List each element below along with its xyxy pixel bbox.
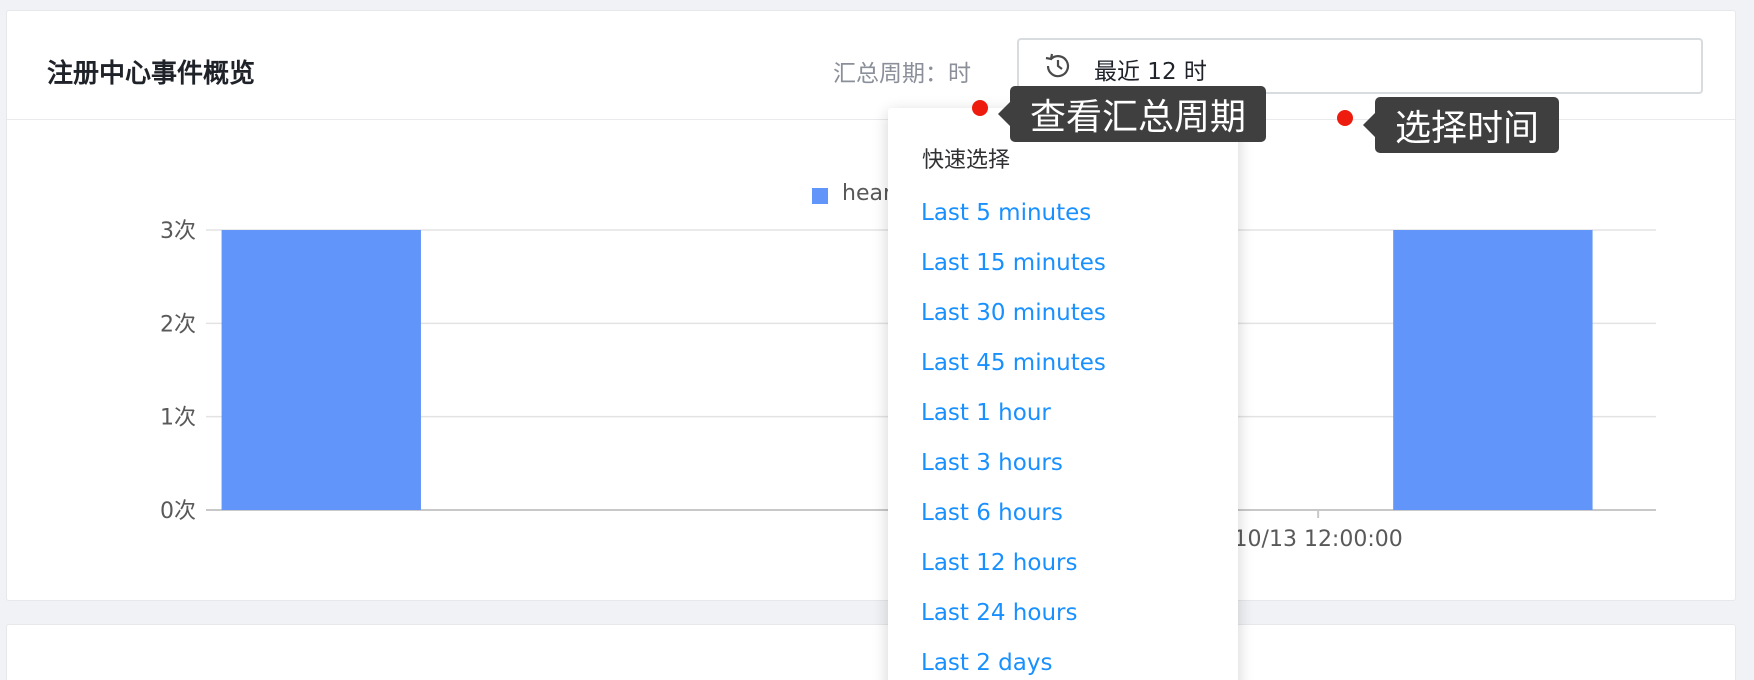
bar [221, 230, 421, 510]
summary-period-label: 汇总周期：时 [833, 61, 971, 87]
quick-select-item[interactable]: Last 45 minutes [921, 350, 1106, 376]
x-tick-label: 10/13 12:00:00 [1234, 527, 1403, 552]
quick-select-item[interactable]: Last 12 hours [921, 550, 1077, 576]
y-tick-label: 3次 [160, 219, 196, 244]
page-title: 注册中心事件概览 [47, 59, 256, 89]
history-clock-icon [1045, 53, 1070, 78]
quick-select-dropdown: 快速选择 Last 5 minutes Last 15 minutes Last 3… [888, 108, 1238, 680]
annotation-dot-period [972, 100, 988, 116]
annotation-tooltip-time: 选择时间 [1362, 97, 1560, 153]
quick-select-item[interactable]: Last 15 minutes [921, 250, 1106, 276]
y-tick-label: 1次 [160, 406, 196, 431]
quick-select-item[interactable]: Last 6 hours [921, 500, 1063, 526]
legend-swatch [812, 188, 828, 204]
quick-select-item[interactable]: Last 5 minutes [921, 200, 1091, 226]
time-range-value: 最近 12 时 [1094, 59, 1207, 85]
quick-select-item[interactable]: Last 3 hours [921, 450, 1063, 476]
quick-select-item[interactable]: Last 30 minutes [921, 300, 1106, 326]
y-tick-label: 0次 [160, 499, 196, 524]
annotation-dot-time [1337, 110, 1353, 126]
y-tick-label: 2次 [160, 312, 196, 337]
bar [1393, 230, 1593, 510]
annotation-tooltip-period: 查看汇总周期 [997, 86, 1267, 142]
quick-select-item[interactable]: Last 2 days [921, 650, 1052, 676]
quick-select-heading: 快速选择 [922, 148, 1011, 173]
quick-select-item[interactable]: Last 24 hours [921, 600, 1077, 626]
secondary-card [6, 624, 1736, 680]
event-chart: heart 0次 1次 2次 3次 10/13 12:00:00 [7, 121, 1735, 601]
quick-select-item[interactable]: Last 1 hour [921, 400, 1051, 426]
